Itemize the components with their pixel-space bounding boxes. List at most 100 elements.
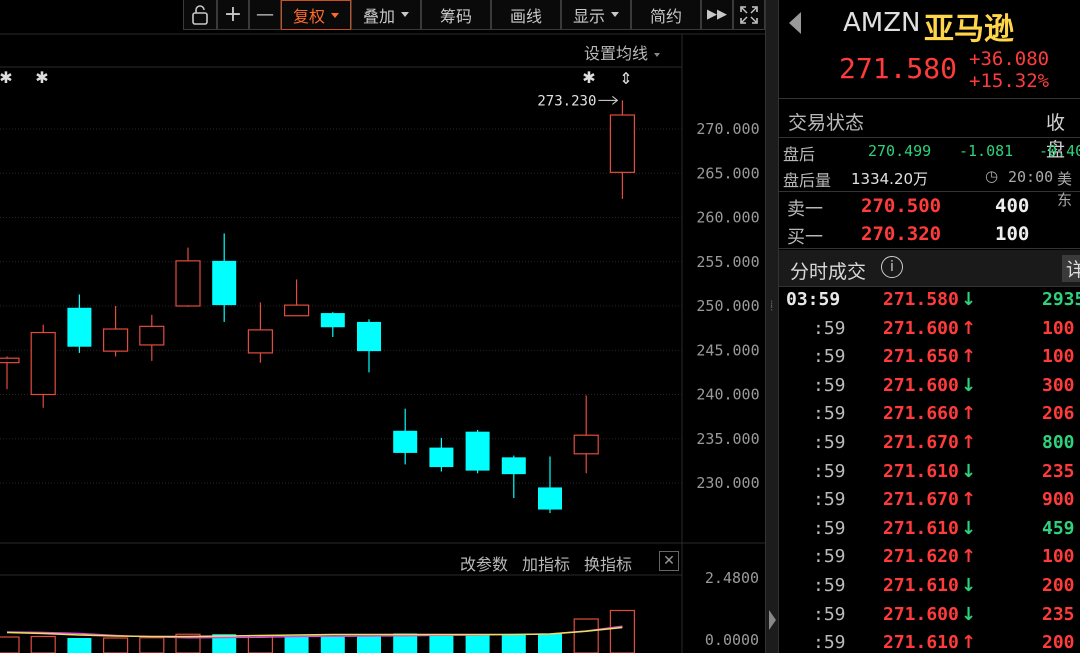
- up-arrow-icon: ↑: [961, 546, 977, 568]
- high-price-annotation: 273.230: [537, 93, 596, 109]
- chip-button[interactable]: 筹码: [421, 0, 491, 30]
- trade-time: :59: [813, 546, 846, 568]
- fullscreen-icon: [740, 5, 758, 24]
- after-hours-row: 盘后 270.499 -1.081 -0.40: [779, 139, 1080, 165]
- trade-time: :59: [813, 403, 846, 425]
- volume-bar: [139, 637, 165, 653]
- minus-icon: —: [256, 4, 274, 25]
- add-indicator-button[interactable]: 加指标: [522, 551, 570, 575]
- simple-mode-button[interactable]: 简约: [631, 0, 701, 30]
- candle-body: [538, 487, 562, 510]
- after-hours-change: -1.081: [959, 142, 1014, 160]
- trade-time: :59: [813, 317, 846, 339]
- volume-bar: [465, 635, 490, 653]
- trade-volume: 100: [1042, 346, 1075, 368]
- trade-row: :59 271.600 ↓ 300: [779, 372, 1080, 401]
- trade-row: :59 271.650 ↑ 100: [779, 343, 1080, 372]
- info-icon[interactable]: i: [881, 256, 903, 278]
- display-dropdown[interactable]: 显示: [561, 0, 631, 30]
- volume-bar: [501, 634, 526, 653]
- caret-down-icon: [331, 12, 339, 18]
- switch-indicator-button[interactable]: 换指标: [584, 551, 632, 575]
- up-arrow-icon: ↑: [961, 403, 977, 425]
- after-hours-volume-row: 盘后量 1334.20万 ◷ 20:00 美东: [779, 165, 1080, 209]
- down-arrow-icon: ↓: [961, 460, 977, 482]
- price-change: +36.080 +15.32%: [969, 48, 1049, 92]
- trade-price: 271.660: [883, 403, 959, 425]
- expand-arrow-icon[interactable]: [769, 610, 776, 630]
- trade-volume: 900: [1042, 489, 1075, 511]
- trade-price: 271.610: [883, 632, 959, 653]
- quote-time: 20:00: [1008, 168, 1054, 186]
- indicator-tick-label: 2.4800: [705, 569, 759, 587]
- price-tick-label: 245.000: [696, 341, 759, 359]
- candle-body: [0, 357, 20, 364]
- change-percent: +15.32%: [969, 70, 1050, 92]
- last-price: 271.580: [839, 52, 958, 85]
- up-arrow-icon: ↑: [961, 632, 977, 653]
- trade-row: :59 271.610 ↑ 200: [779, 629, 1080, 653]
- draw-line-button[interactable]: 画线: [491, 0, 561, 30]
- trade-price: 271.670: [883, 432, 959, 453]
- volume-bar: [284, 636, 309, 653]
- candlestick-chart[interactable]: 270.000 265.000 260.000 255.000 250.000 245.0…: [0, 0, 765, 653]
- fuquan-dropdown[interactable]: 复权: [281, 0, 351, 30]
- ask-price: 270.500: [861, 195, 942, 217]
- close-indicator-button[interactable]: ✕: [659, 551, 679, 571]
- event-marker-icon: ✱: [35, 68, 48, 87]
- candle-body: [501, 457, 526, 475]
- trade-price: 271.600: [883, 374, 959, 396]
- volume-bar: [573, 618, 599, 653]
- overlay-dropdown[interactable]: 叠加: [351, 0, 421, 30]
- change-params-button[interactable]: 改参数: [460, 551, 508, 575]
- lock-button[interactable]: [183, 0, 217, 30]
- fullscreen-button[interactable]: [733, 0, 765, 30]
- up-arrow-icon: ↑: [961, 346, 977, 368]
- set-ma-dropdown[interactable]: 设置均线: [584, 40, 661, 64]
- trade-status-label: 交易状态: [788, 112, 865, 134]
- candle-body: [393, 430, 418, 453]
- trade-row: :59 271.610 ↓ 459: [779, 515, 1080, 544]
- trade-time: :59: [813, 346, 846, 368]
- trade-volume: 100: [1042, 317, 1075, 339]
- fast-forward-button[interactable]: ▶▶: [701, 0, 733, 30]
- price-tick-label: 235.000: [696, 430, 759, 448]
- caret-down-icon: [611, 12, 619, 17]
- trade-price: 271.620: [883, 546, 959, 568]
- prev-stock-icon[interactable]: [789, 12, 801, 34]
- candle-body: [212, 260, 237, 306]
- candle-body: [247, 329, 273, 354]
- zoom-in-button[interactable]: +: [217, 0, 249, 30]
- volume-bar: [247, 634, 273, 653]
- trade-row: :59 271.610 ↓ 235: [779, 458, 1080, 487]
- trade-time: 03:59: [786, 289, 841, 310]
- candle-body: [30, 331, 56, 396]
- trade-price: 271.610: [883, 517, 959, 539]
- panel-divider[interactable]: ⁝ ⁝: [765, 0, 779, 653]
- close-icon: ✕: [663, 553, 675, 569]
- trade-row: :59 271.670 ↑ 900: [779, 486, 1080, 515]
- up-arrow-icon: ↑: [961, 432, 977, 453]
- trade-volume: 2935: [1042, 289, 1080, 310]
- fast-forward-icon: ▶▶: [707, 7, 727, 22]
- kline-chart-area[interactable]: 270.000 265.000 260.000 255.000 250.000 245.0…: [0, 0, 765, 653]
- caret-down-icon: [654, 52, 661, 57]
- quote-header: AMZN 亚马逊 271.580 +36.080 +15.32%: [779, 0, 1080, 99]
- volume-bar: [30, 635, 56, 653]
- trade-volume: 459: [1042, 517, 1075, 539]
- trade-time: :59: [813, 489, 846, 511]
- volume-bar: [0, 636, 20, 653]
- ask-qty: 400: [995, 195, 1030, 217]
- down-arrow-icon: ↓: [961, 517, 977, 539]
- split-marker-icon: ⇕: [619, 69, 632, 88]
- price-tick-label: 230.000: [696, 474, 759, 492]
- lock-icon: [192, 4, 208, 25]
- event-marker-icon: ✱: [0, 68, 13, 87]
- trade-price: 271.580: [883, 289, 959, 310]
- zoom-out-button[interactable]: —: [249, 0, 281, 30]
- trade-volume: 235: [1042, 460, 1075, 482]
- after-hours-percent: -0.40: [1039, 142, 1080, 160]
- detail-button[interactable]: 详: [1062, 255, 1080, 282]
- candle-body: [139, 325, 165, 346]
- trade-time: :59: [813, 517, 846, 539]
